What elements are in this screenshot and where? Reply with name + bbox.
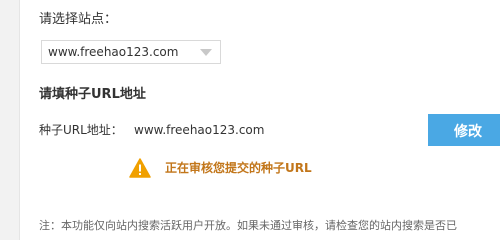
chevron-down-icon (200, 49, 212, 56)
site-select-value: www.freehao123.com (48, 45, 179, 59)
site-select-label: 请选择站点： (39, 12, 118, 27)
seed-url-value: www.freehao123.com (134, 123, 265, 137)
seed-url-label: 种子URL地址： (39, 123, 123, 137)
site-select-dropdown[interactable]: www.freehao123.com (41, 40, 221, 64)
warning-icon (129, 158, 151, 178)
seed-section-title: 请填种子URL地址 (39, 87, 146, 102)
footnote: 注：本功能仅向站内搜索活跃用户开放。如果未通过审核，请检查您的站内搜索是否已 (39, 219, 457, 232)
modify-button[interactable]: 修改 (428, 114, 500, 146)
review-status-text: 正在审核您提交的种子URL (165, 161, 312, 175)
seed-url-panel: 请选择站点： www.freehao123.com 请填种子URL地址 种子UR… (19, 0, 500, 240)
